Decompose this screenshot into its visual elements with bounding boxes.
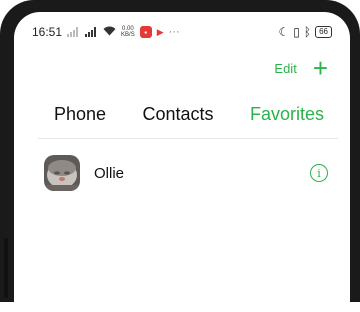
moon-icon: ☾	[278, 25, 290, 39]
status-right: ☾ ▯ ᛒ 66	[279, 25, 332, 39]
status-time: 16:51	[32, 25, 63, 39]
battery-icon: 66	[315, 26, 332, 38]
wifi-icon	[103, 26, 116, 39]
signal-icon	[67, 27, 80, 37]
tab-phone[interactable]: Phone	[54, 104, 106, 134]
screen: 16:51 0.00 KB/S ▪ ▶ ··· ☾ ▯ ᛒ 66 Edit + …	[14, 12, 350, 312]
signal-icon	[85, 27, 98, 37]
info-icon[interactable]: i	[310, 164, 328, 182]
vibrate-icon: ▯	[293, 25, 300, 39]
bluetooth-icon: ᛒ	[303, 25, 312, 39]
tab-bar: Phone Contacts Favorites	[14, 104, 350, 134]
network-speed: 0.00 KB/S	[121, 26, 135, 38]
speed-unit: KB/S	[121, 32, 135, 38]
add-icon[interactable]: +	[313, 55, 328, 81]
tab-contacts[interactable]: Contacts	[142, 104, 213, 134]
battery-level: 66	[319, 27, 328, 36]
app-notification-icon: ▪	[139, 26, 152, 38]
status-bar: 16:51 0.00 KB/S ▪ ▶ ··· ☾ ▯ ᛒ 66	[14, 12, 350, 52]
more-notifications-icon: ···	[168, 26, 180, 38]
tab-favorites[interactable]: Favorites	[250, 104, 324, 134]
status-left: 16:51 0.00 KB/S ▪ ▶ ···	[32, 25, 180, 39]
play-notification-icon: ▶	[156, 26, 164, 37]
side-button	[4, 238, 8, 298]
avatar	[44, 155, 80, 191]
edit-button[interactable]: Edit	[274, 61, 296, 76]
divider	[38, 138, 338, 139]
top-actions: Edit +	[274, 55, 328, 81]
phone-frame: 16:51 0.00 KB/S ▪ ▶ ··· ☾ ▯ ᛒ 66 Edit + …	[0, 0, 360, 312]
list-item[interactable]: Ollie i	[14, 146, 350, 200]
contact-name: Ollie	[94, 164, 125, 182]
